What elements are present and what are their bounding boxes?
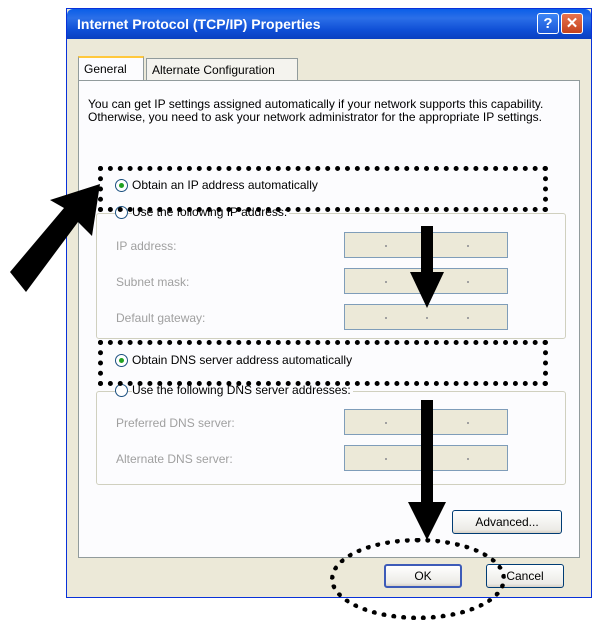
arrow-icon <box>10 184 100 292</box>
arrow-down-icon <box>410 226 444 308</box>
annotation-arrows <box>10 184 446 540</box>
arrow-down-icon <box>408 400 446 540</box>
